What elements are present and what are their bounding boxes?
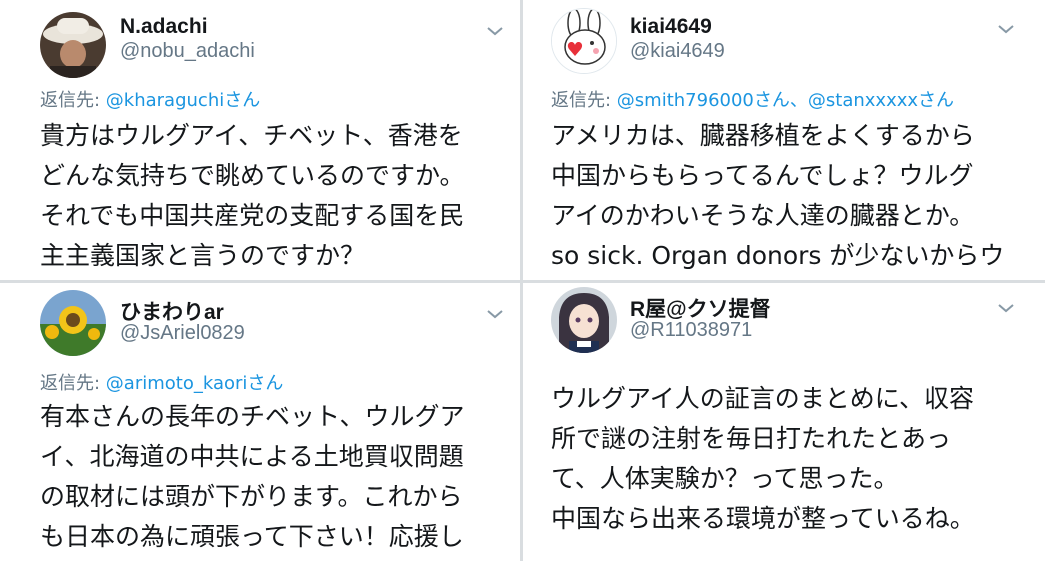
chevron-down-icon[interactable] xyxy=(995,301,1017,315)
tweet-text-line: イ、北海道の中共による土地買収問題 xyxy=(40,442,464,471)
tweet-card[interactable]: ひまわりar @JsAriel0829 返信先: @arimoto_kaoriさ… xyxy=(0,283,520,561)
user-handle[interactable]: @JsAriel0829 xyxy=(120,322,245,345)
user-name[interactable]: N.adachi xyxy=(120,15,208,39)
reply-to: 返信先: @kharaguchiさん xyxy=(40,86,260,112)
tweet-text-line: so sick. Organ donors が少ないからウ xyxy=(551,241,1005,270)
chevron-down-icon[interactable] xyxy=(484,24,506,38)
reply-prefix: 返信先: xyxy=(551,90,617,111)
reply-to: 返信先: @arimoto_kaoriさん xyxy=(40,369,283,395)
anime-girl-avatar-icon xyxy=(551,287,617,353)
tweet-text-line: て、人体実験か？って思った。 xyxy=(551,464,899,493)
avatar[interactable] xyxy=(551,8,617,74)
tweet-text: ウルグアイ人の証言のまとめに、収容 所で謎の注射を毎日打たれたとあっ て、人体実… xyxy=(551,379,975,539)
tweet-text-line: も日本の為に頑張って下さい！応援し xyxy=(40,522,464,551)
tweet-text-line: 貴方はウルグアイ、チベット、香港を xyxy=(40,121,463,150)
tweet-text-line: 所で謎の注射を毎日打たれたとあっ xyxy=(551,424,952,453)
tweet-text-line: 中国なら出来る環境が整っているね。 xyxy=(551,504,975,533)
man-in-hat-avatar-icon xyxy=(40,12,106,78)
user-name[interactable]: kiai4649 xyxy=(630,15,712,39)
tweet-text: アメリカは、臓器移植をよくするから 中国からもらってるんでしょ？ウルグ アイのか… xyxy=(551,116,1004,276)
avatar[interactable] xyxy=(40,12,106,78)
tweet-card[interactable]: kiai4649 @kiai4649 返信先: @smith796000さん、@… xyxy=(523,0,1045,280)
bunny-sticker-avatar-icon xyxy=(552,9,616,73)
reply-mention-link[interactable]: @arimoto_kaoriさん xyxy=(106,373,284,394)
tweet-text-line: の取材には頭が下がります。これから xyxy=(40,482,463,511)
tweet-text-line: ウルグアイ人の証言のまとめに、収容 xyxy=(551,384,975,413)
tweet-text-line: 有本さんの長年のチベット、ウルグア xyxy=(40,402,465,431)
tweet-text-line: アイのかわいそうな人達の臓器とか。 xyxy=(551,201,975,230)
avatar[interactable] xyxy=(551,287,617,353)
user-handle[interactable]: @R11038971 xyxy=(630,319,752,342)
tweet-text-line: 主主義国家と言うのですか？ xyxy=(40,241,366,270)
tweet-card[interactable]: R屋@クソ提督 @R11038971 ウルグアイ人の証言のまとめに、収容 所で謎… xyxy=(523,283,1045,561)
reply-mention-link[interactable]: @smith796000さん、@stanxxxxxさん xyxy=(617,90,954,111)
tweet-text-line: それでも中国共産党の支配する国を民 xyxy=(40,201,465,230)
tweet-text-line: 中国からもらってるんでしょ？ウルグ xyxy=(551,161,974,190)
tweet-text: 有本さんの長年のチベット、ウルグア イ、北海道の中共による土地買収問題 の取材に… xyxy=(40,397,465,557)
chevron-down-icon[interactable] xyxy=(484,307,506,321)
user-handle[interactable]: @kiai4649 xyxy=(630,40,725,63)
tweet-text-line: どんな気持ちで眺めているのですか。 xyxy=(40,161,465,190)
tweet-text-line: アメリカは、臓器移植をよくするから xyxy=(551,121,975,150)
reply-mention-link[interactable]: @kharaguchiさん xyxy=(106,90,260,111)
reply-prefix: 返信先: xyxy=(40,373,106,394)
chevron-down-icon[interactable] xyxy=(995,22,1017,36)
reply-to: 返信先: @smith796000さん、@stanxxxxxさん xyxy=(551,86,954,112)
sunflower-avatar-icon xyxy=(40,290,106,356)
reply-prefix: 返信先: xyxy=(40,90,106,111)
tweet-card[interactable]: N.adachi @nobu_adachi 返信先: @kharaguchiさん… xyxy=(0,0,520,280)
tweet-text: 貴方はウルグアイ、チベット、香港を どんな気持ちで眺めているのですか。 それでも… xyxy=(40,116,465,276)
user-handle[interactable]: @nobu_adachi xyxy=(120,40,255,63)
avatar[interactable] xyxy=(40,290,106,356)
